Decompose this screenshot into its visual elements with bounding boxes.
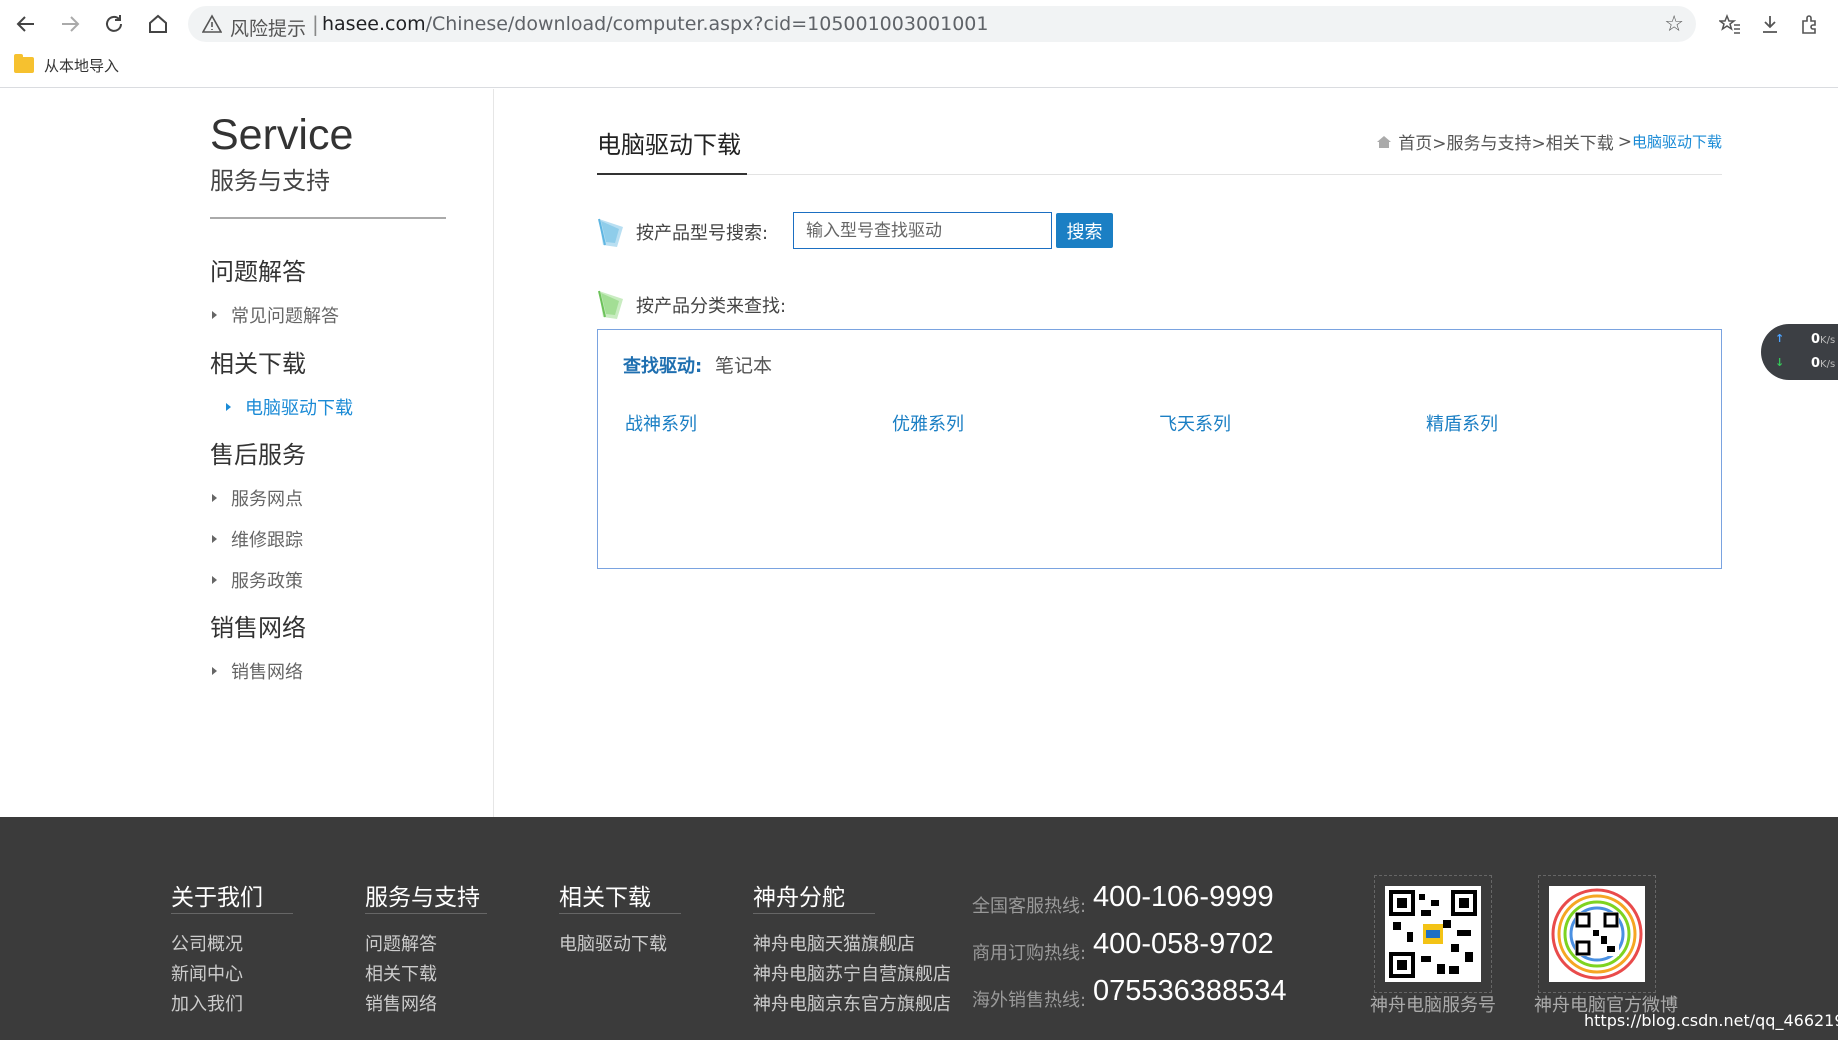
footer-col-stores-title: 神舟分舵 xyxy=(753,885,845,911)
footer-link[interactable]: 相关下载 xyxy=(365,960,437,986)
bookmark-import[interactable]: 从本地导入 xyxy=(44,55,119,76)
bookmark-star-icon[interactable]: ☆ xyxy=(1664,12,1684,37)
address-bar[interactable]: 风险提示 | hasee.com/Chinese/download/comput… xyxy=(188,6,1696,42)
footer-col-line xyxy=(559,913,681,914)
footer: 关于我们 公司概况 新闻中心 加入我们 服务与支持 问题解答 相关下载 销售网络… xyxy=(0,817,1838,1040)
footer-link[interactable]: 销售网络 xyxy=(365,990,437,1016)
footer-link[interactable]: 电脑驱动下载 xyxy=(559,930,667,956)
breadcrumb-downloads[interactable]: >相关下载 xyxy=(1531,129,1613,154)
address-separator: | xyxy=(312,12,319,36)
triangle-bullet-icon xyxy=(212,311,217,319)
find-driver-value: 笔记本 xyxy=(715,355,773,377)
bookmarks-bar: 从本地导入 xyxy=(0,48,1838,88)
search-button[interactable]: 搜索 xyxy=(1056,213,1113,248)
qr-code-icon xyxy=(1551,888,1643,980)
breadcrumb-separator: > xyxy=(1617,131,1632,152)
qr-code-service xyxy=(1374,875,1492,993)
home-icon[interactable] xyxy=(144,10,172,38)
model-search-input[interactable] xyxy=(793,212,1052,249)
footer-link[interactable]: 加入我们 xyxy=(171,990,243,1016)
hotline-label: 海外销售热线: xyxy=(972,990,1087,1011)
series-link-youya[interactable]: 优雅系列 xyxy=(892,410,964,436)
url-text[interactable]: hasee.com/Chinese/download/computer.aspx… xyxy=(322,13,988,35)
sidebar-item-repair-tracking[interactable]: 维修跟踪 xyxy=(212,526,303,552)
sidebar-group-aftersales[interactable]: 售后服务 xyxy=(210,435,306,470)
footer-link[interactable]: 神舟电脑苏宁自营旗舰店 xyxy=(753,960,951,986)
series-link-zhanshen[interactable]: 战神系列 xyxy=(625,410,697,436)
breadcrumb-home[interactable]: 首页 xyxy=(1398,129,1432,154)
footer-col-service-title: 服务与支持 xyxy=(365,885,480,911)
forward-arrow-icon[interactable] xyxy=(56,10,84,38)
page-content: Service 服务与支持 问题解答 常见问题解答 相关下载 电脑驱动下载 售后… xyxy=(0,89,1838,1040)
breadcrumb: 首页 >服务与支持 >相关下载 > 电脑驱动下载 xyxy=(1376,129,1722,154)
triangle-bullet-icon xyxy=(226,403,231,411)
flag-icon xyxy=(598,290,623,319)
series-link-feitian[interactable]: 飞天系列 xyxy=(1159,410,1231,436)
triangle-bullet-icon xyxy=(212,576,217,584)
network-speed-widget[interactable]: ↑ 0K/s ↓ 0K/s xyxy=(1761,324,1838,380)
sidebar-item-service-policy[interactable]: 服务政策 xyxy=(212,567,303,593)
footer-col-downloads-title: 相关下载 xyxy=(559,885,651,911)
footer-link[interactable]: 问题解答 xyxy=(365,930,437,956)
browser-toolbar: 风险提示 | hasee.com/Chinese/download/comput… xyxy=(0,0,1838,48)
footer-link[interactable]: 公司概况 xyxy=(171,930,243,956)
sidebar-divider xyxy=(493,89,494,817)
back-arrow-icon[interactable] xyxy=(12,10,40,38)
qr-code-weibo xyxy=(1538,875,1656,993)
sidebar-item-service-points[interactable]: 服务网点 xyxy=(212,485,303,511)
footer-link[interactable]: 神舟电脑京东官方旗舰店 xyxy=(753,990,951,1016)
footer-link[interactable]: 神舟电脑天猫旗舰店 xyxy=(753,930,915,956)
download-arrow-icon: ↓ xyxy=(1775,356,1785,369)
page-title: 电脑驱动下载 xyxy=(597,131,741,159)
find-driver-label: 查找驱动: xyxy=(623,356,703,377)
footer-link[interactable]: 新闻中心 xyxy=(171,960,243,986)
extensions-icon[interactable] xyxy=(1796,10,1824,38)
triangle-bullet-icon xyxy=(212,535,217,543)
hotline-number: 075536388534 xyxy=(1093,975,1287,1007)
watermark-text: https://blog.csdn.net/qq_46621935 xyxy=(1584,1011,1838,1030)
footer-col-about-title: 关于我们 xyxy=(171,885,263,911)
category-panel: 查找驱动: 笔记本 战神系列 优雅系列 飞天系列 精盾系列 xyxy=(597,329,1722,569)
sidebar-group-faq[interactable]: 问题解答 xyxy=(210,252,306,287)
flag-icon xyxy=(598,218,623,247)
home-icon xyxy=(1377,135,1392,148)
sidebar-item-driver-download[interactable]: 电脑驱动下载 xyxy=(226,394,353,420)
upload-arrow-icon: ↑ xyxy=(1775,332,1785,345)
category-label: 按产品分类来查找: xyxy=(636,296,787,317)
reload-icon[interactable] xyxy=(100,10,128,38)
service-underline xyxy=(210,217,446,219)
qr-code-icon xyxy=(1389,890,1477,978)
folder-icon[interactable] xyxy=(14,54,34,73)
hotline-label: 全国客服热线: xyxy=(972,896,1087,917)
service-title: Service xyxy=(210,111,354,159)
title-rule xyxy=(597,174,1722,175)
sidebar-item-faq[interactable]: 常见问题解答 xyxy=(212,302,339,328)
upload-speed: 0 xyxy=(1811,332,1821,347)
favorites-icon[interactable] xyxy=(1716,10,1744,38)
footer-col-line xyxy=(365,913,487,914)
service-subtitle: 服务与支持 xyxy=(210,167,330,195)
download-icon[interactable] xyxy=(1756,10,1784,38)
title-underline xyxy=(597,173,747,175)
triangle-bullet-icon xyxy=(212,667,217,675)
sidebar-group-sales[interactable]: 销售网络 xyxy=(210,608,306,643)
footer-col-line xyxy=(171,913,293,914)
breadcrumb-current: 电脑驱动下载 xyxy=(1631,133,1722,151)
search-label: 按产品型号搜索: xyxy=(636,223,769,244)
risk-label[interactable]: 风险提示 xyxy=(230,14,306,41)
footer-col-line xyxy=(753,913,875,914)
hotline-number: 400-058-9702 xyxy=(1093,928,1274,960)
triangle-bullet-icon xyxy=(212,494,217,502)
download-speed: 0 xyxy=(1811,356,1821,371)
hotline-number: 400-106-9999 xyxy=(1093,881,1274,913)
series-link-jingdun[interactable]: 精盾系列 xyxy=(1426,410,1498,436)
breadcrumb-service[interactable]: >服务与支持 xyxy=(1432,129,1531,154)
sidebar-item-sales-network[interactable]: 销售网络 xyxy=(212,658,303,684)
qr-caption: 神舟电脑服务号 xyxy=(1370,995,1496,1016)
sidebar-group-downloads[interactable]: 相关下载 xyxy=(210,344,306,379)
warning-icon[interactable] xyxy=(202,14,222,34)
hotline-label: 商用订购热线: xyxy=(972,943,1087,964)
